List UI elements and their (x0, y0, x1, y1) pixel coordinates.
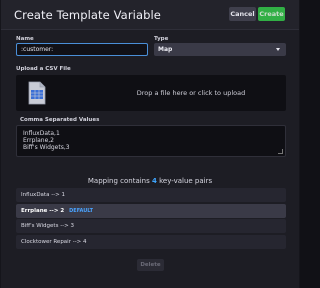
create-template-variable-dialog: Create Template Variable Cancel Create N… (1, 0, 299, 288)
create-button[interactable]: Create (258, 7, 285, 21)
csv-label: Comma Separated Values (20, 117, 100, 123)
name-input[interactable]: :customer: (16, 43, 148, 56)
name-label: Name (16, 36, 34, 42)
mapping-pair-list: InfluxData --> 1 Errplane --> 2 DEFAULT … (16, 188, 286, 250)
chevron-down-icon (276, 48, 280, 51)
type-select[interactable]: Map (154, 43, 286, 56)
mapping-summary-suffix: key-value pairs (159, 177, 213, 185)
mapping-pair-default[interactable]: Errplane --> 2 DEFAULT (16, 203, 286, 218)
mapping-summary: Mapping contains 4 key-value pairs (1, 177, 299, 185)
mapping-pair[interactable]: InfluxData --> 1 (16, 188, 286, 202)
mapping-pair[interactable]: Biff's Widgets --> 3 (16, 219, 286, 233)
type-select-value: Map (158, 46, 173, 53)
resize-handle-icon[interactable] (278, 149, 283, 154)
mapping-pair-text: Errplane --> 2 (21, 207, 65, 214)
delete-button[interactable]: Delete (137, 259, 164, 271)
csv-line: Errplane,2 (23, 137, 54, 144)
default-badge: DEFAULT (69, 207, 94, 214)
mapping-pair[interactable]: Clocktower Repair --> 4 (16, 234, 286, 249)
csv-line: InfluxData,1 (23, 130, 60, 137)
upload-label: Upload a CSV File (16, 66, 71, 72)
dialog-title: Create Template Variable (14, 8, 161, 22)
csv-line: Biff's Widgets,3 (23, 144, 70, 151)
dialog-header: Create Template Variable Cancel Create (1, 0, 299, 30)
type-label: Type (154, 36, 169, 42)
csv-textarea[interactable]: InfluxData,1 Errplane,2 Biff's Widgets,3 (16, 125, 286, 157)
dropzone-text: Drop a file here or click to upload (136, 89, 246, 97)
csv-dropzone[interactable]: Drop a file here or click to upload (16, 75, 286, 111)
mapping-count: 4 (152, 177, 157, 185)
mapping-summary-prefix: Mapping contains (87, 177, 150, 185)
cancel-button[interactable]: Cancel (229, 7, 256, 21)
mapping-pair-text: Clocktower Repair --> 4 (21, 238, 87, 245)
mapping-pair-text: InfluxData --> 1 (21, 192, 66, 198)
mapping-pair-text: Biff's Widgets --> 3 (21, 223, 75, 229)
